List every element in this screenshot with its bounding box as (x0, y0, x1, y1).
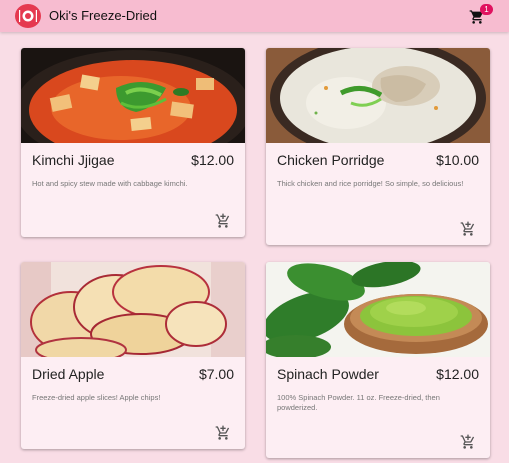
app-bar: Oki's Freeze-Dried 1 (0, 0, 509, 32)
product-description: Thick chicken and rice porridge! So simp… (277, 179, 464, 188)
product-name: Kimchi Jjigae (32, 152, 115, 168)
product-description: Freeze-dried apple slices! Apple chips! (32, 393, 161, 402)
product-price: $12.00 (436, 366, 479, 382)
product-card[interactable]: Spinach Powder $12.00 100% Spinach Powde… (266, 262, 490, 458)
product-name: Dried Apple (32, 366, 105, 382)
kimchi-jjigae-image (21, 48, 245, 143)
product-price: $10.00 (436, 152, 479, 168)
product-card[interactable]: Kimchi Jjigae $12.00 Hot and spicy stew … (21, 48, 245, 237)
product-description: Hot and spicy stew made with cabbage kim… (32, 179, 188, 188)
chicken-porridge-image (266, 48, 490, 143)
add-to-cart-icon[interactable] (215, 213, 231, 228)
product-price: $12.00 (191, 152, 234, 168)
app-title: Oki's Freeze-Dried (49, 8, 157, 23)
add-to-cart-icon[interactable] (460, 434, 476, 449)
product-price: $7.00 (198, 366, 234, 382)
product-description: 100% Spinach Powder. 11 oz. Freeze-dried… (277, 393, 440, 412)
add-to-cart-icon[interactable] (460, 221, 476, 236)
shopping-cart-icon[interactable]: 1 (469, 4, 493, 26)
product-name: Spinach Powder (277, 366, 379, 382)
product-card[interactable]: Dried Apple $7.00 Freeze-dried apple sli… (21, 262, 245, 449)
product-card[interactable]: Chicken Porridge $10.00 Thick chicken an… (266, 48, 490, 245)
cart-count-badge: 1 (480, 4, 493, 15)
product-name: Chicken Porridge (277, 152, 385, 168)
add-to-cart-icon[interactable] (215, 425, 231, 440)
spinach-powder-image (266, 262, 490, 357)
plate-icon[interactable] (15, 4, 41, 28)
dried-apple-image (21, 262, 245, 357)
